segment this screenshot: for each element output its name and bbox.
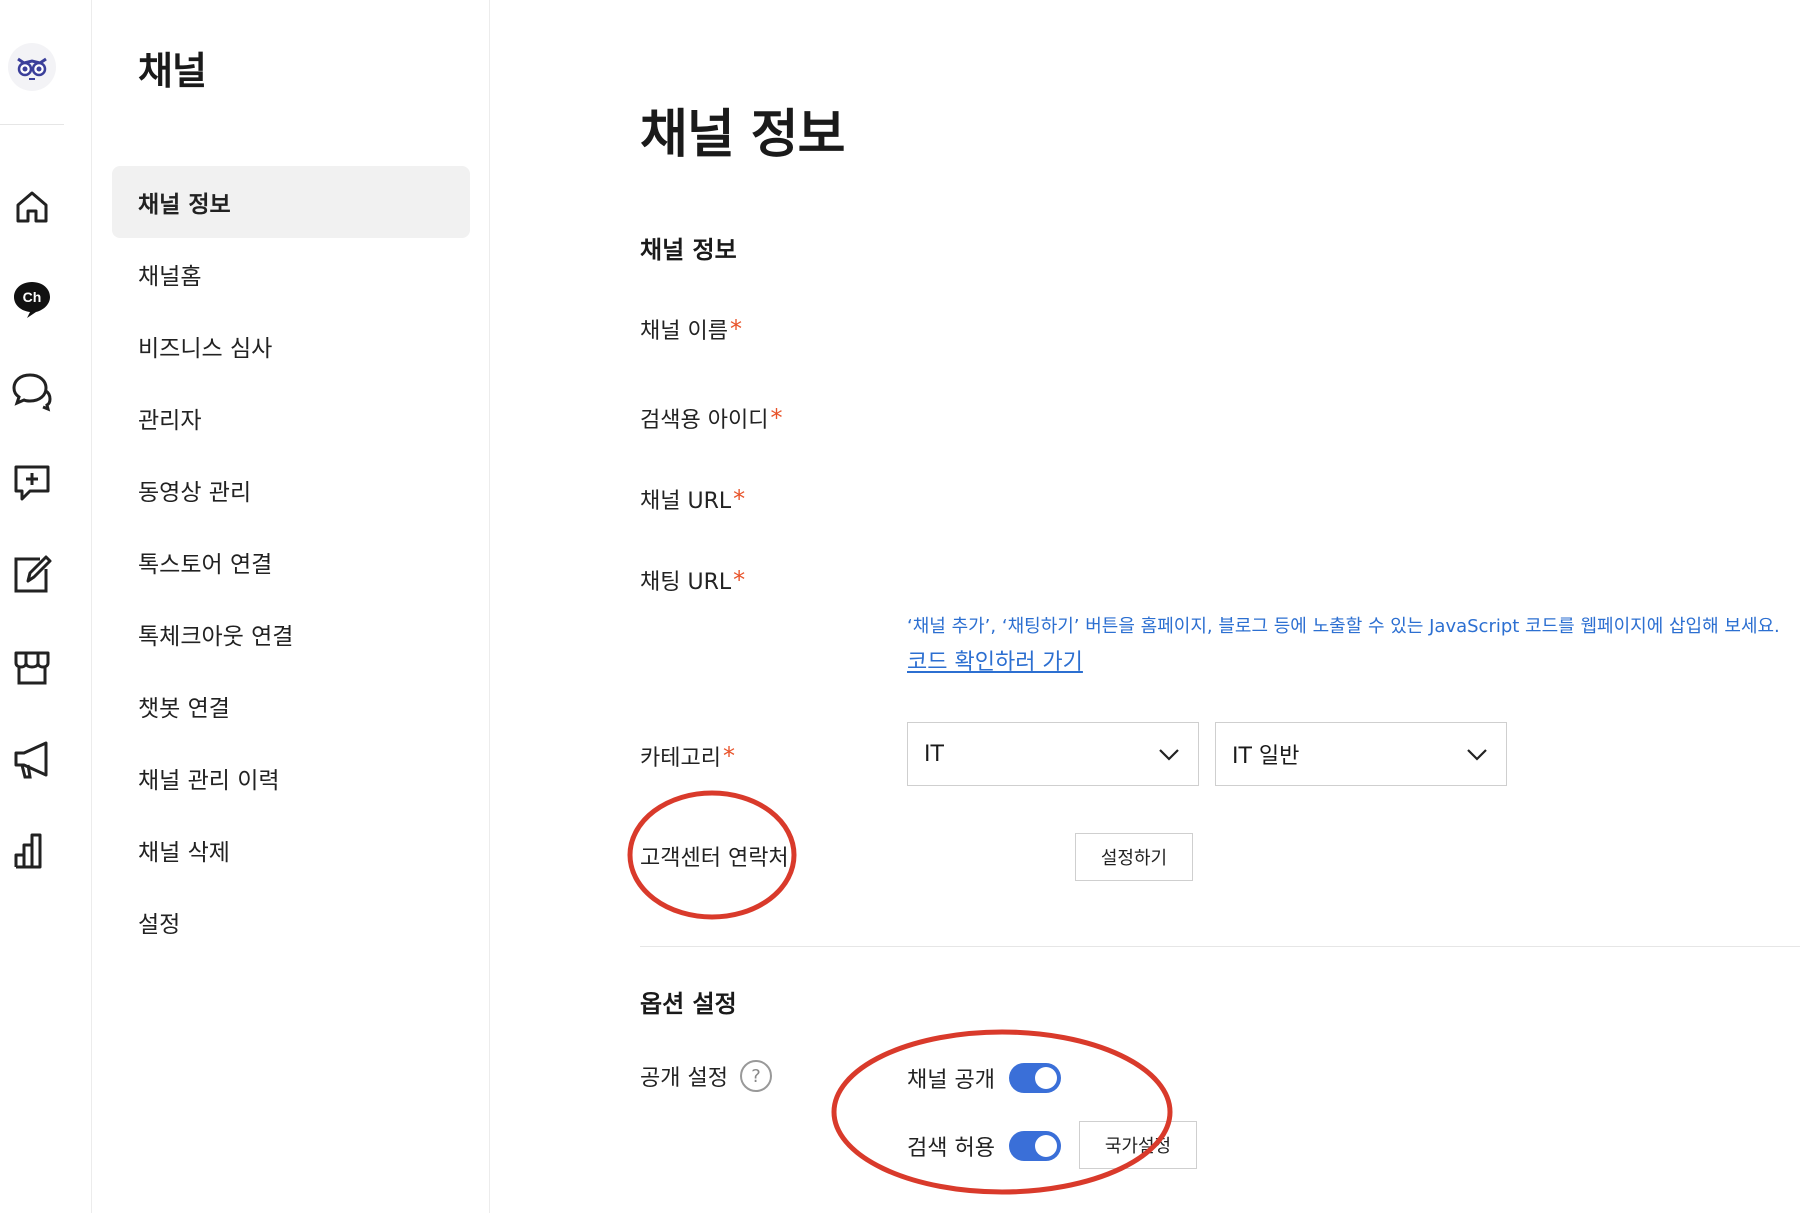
- main-content: 채널 정보 채널 정보 채널 이름 * 검색용 아이디 * 채널 URL * 채팅 U…: [490, 0, 1800, 1213]
- section-divider: [640, 946, 1800, 947]
- category-secondary-select[interactable]: IT 일반: [1215, 722, 1507, 786]
- page-title: 채널 정보: [640, 105, 845, 165]
- sidebar-item-talk-checkout[interactable]: 톡체크아웃 연결: [112, 598, 470, 670]
- sidebar-item-video-management[interactable]: 동영상 관리: [112, 454, 470, 526]
- label-text: 채팅 URL: [640, 570, 732, 595]
- label-text: 검색용 아이디: [640, 408, 769, 433]
- required-mark: *: [729, 315, 742, 343]
- label-text: 카테고리: [640, 746, 721, 771]
- home-icon[interactable]: [8, 183, 56, 231]
- select-value: IT 일반: [1232, 744, 1300, 769]
- search-allow-row: 검색 허용: [907, 1130, 1061, 1162]
- ch-text: Ch: [23, 289, 42, 305]
- sidebar-item-admins[interactable]: 관리자: [112, 382, 470, 454]
- field-label-cs-contact: 고객센터 연락처: [640, 840, 789, 872]
- sidebar-item-settings[interactable]: 설정: [112, 886, 470, 958]
- toggle-knob: [1034, 1135, 1057, 1157]
- label-text: 채널 이름: [640, 319, 728, 344]
- sidebar-item-business-review[interactable]: 비즈니스 심사: [112, 310, 470, 382]
- toggle-knob: [1034, 1067, 1057, 1089]
- channel-public-toggle[interactable]: [1008, 1063, 1061, 1093]
- sidebar-item-channel-home[interactable]: 채널홈: [112, 238, 470, 310]
- cs-contact-setup-button[interactable]: 설정하기: [1075, 833, 1193, 881]
- chevron-down-icon: [1159, 749, 1179, 761]
- category-primary-select[interactable]: IT: [907, 722, 1199, 786]
- edit-icon[interactable]: [8, 551, 56, 599]
- toggle-label: 검색 허용: [907, 1136, 995, 1161]
- icon-rail: Ch: [0, 0, 92, 1213]
- field-label-category: 카테고리 *: [640, 740, 735, 772]
- field-label-visibility: 공개 설정 ?: [640, 1060, 772, 1092]
- help-question-icon[interactable]: ?: [739, 1060, 772, 1092]
- required-mark: *: [770, 404, 783, 432]
- toggle-label: 채널 공개: [907, 1068, 995, 1093]
- required-mark: *: [733, 485, 746, 513]
- javascript-hint-text: ‘채널 추가’, ‘채팅하기’ 버튼을 홈페이지, 블로그 등에 노출할 수 있…: [907, 616, 1780, 637]
- rail-divider: [0, 124, 64, 125]
- field-label-channel-url: 채널 URL *: [640, 483, 745, 515]
- label-text: 채널 URL: [640, 489, 732, 514]
- sidebar-menu: 채널 정보 채널홈 비즈니스 심사 관리자 동영상 관리 톡스토어 연결 톡체크…: [112, 166, 470, 958]
- field-label-chat-url: 채팅 URL *: [640, 564, 745, 596]
- country-setting-button[interactable]: 국가설정: [1079, 1121, 1197, 1169]
- search-allow-toggle[interactable]: [1008, 1131, 1061, 1161]
- add-message-icon[interactable]: [8, 459, 56, 507]
- check-code-link[interactable]: 코드 확인하러 가기: [907, 644, 1083, 676]
- bar-chart-icon[interactable]: [8, 827, 56, 875]
- chevron-down-icon: [1467, 749, 1487, 761]
- channel-sidebar: 채널 채널 정보 채널홈 비즈니스 심사 관리자 동영상 관리 톡스토어 연결 …: [92, 0, 490, 1213]
- sidebar-title: 채널: [138, 49, 207, 93]
- sidebar-item-channel-info[interactable]: 채널 정보: [112, 166, 470, 238]
- sidebar-item-history[interactable]: 채널 관리 이력: [112, 742, 470, 814]
- info-section-title: 채널 정보: [640, 236, 737, 264]
- megaphone-icon[interactable]: [8, 735, 56, 783]
- field-label-channel-name: 채널 이름 *: [640, 313, 742, 345]
- owl-logo-icon[interactable]: [8, 43, 56, 91]
- sidebar-item-chatbot[interactable]: 챗봇 연결: [112, 670, 470, 742]
- select-value: IT: [924, 741, 944, 767]
- channel-ch-icon[interactable]: Ch: [8, 275, 56, 323]
- option-section-title: 옵션 설정: [640, 990, 737, 1018]
- channel-public-row: 채널 공개: [907, 1062, 1061, 1094]
- sidebar-item-delete-channel[interactable]: 채널 삭제: [112, 814, 470, 886]
- required-mark: *: [733, 566, 746, 594]
- label-text: 공개 설정: [640, 1066, 728, 1091]
- sidebar-item-talk-store[interactable]: 톡스토어 연결: [112, 526, 470, 598]
- label-text: 고객센터 연락처: [640, 846, 789, 871]
- required-mark: *: [722, 742, 735, 770]
- chat-bubbles-icon[interactable]: [8, 367, 56, 415]
- field-label-search-id: 검색용 아이디 *: [640, 402, 782, 434]
- store-icon[interactable]: [8, 643, 56, 691]
